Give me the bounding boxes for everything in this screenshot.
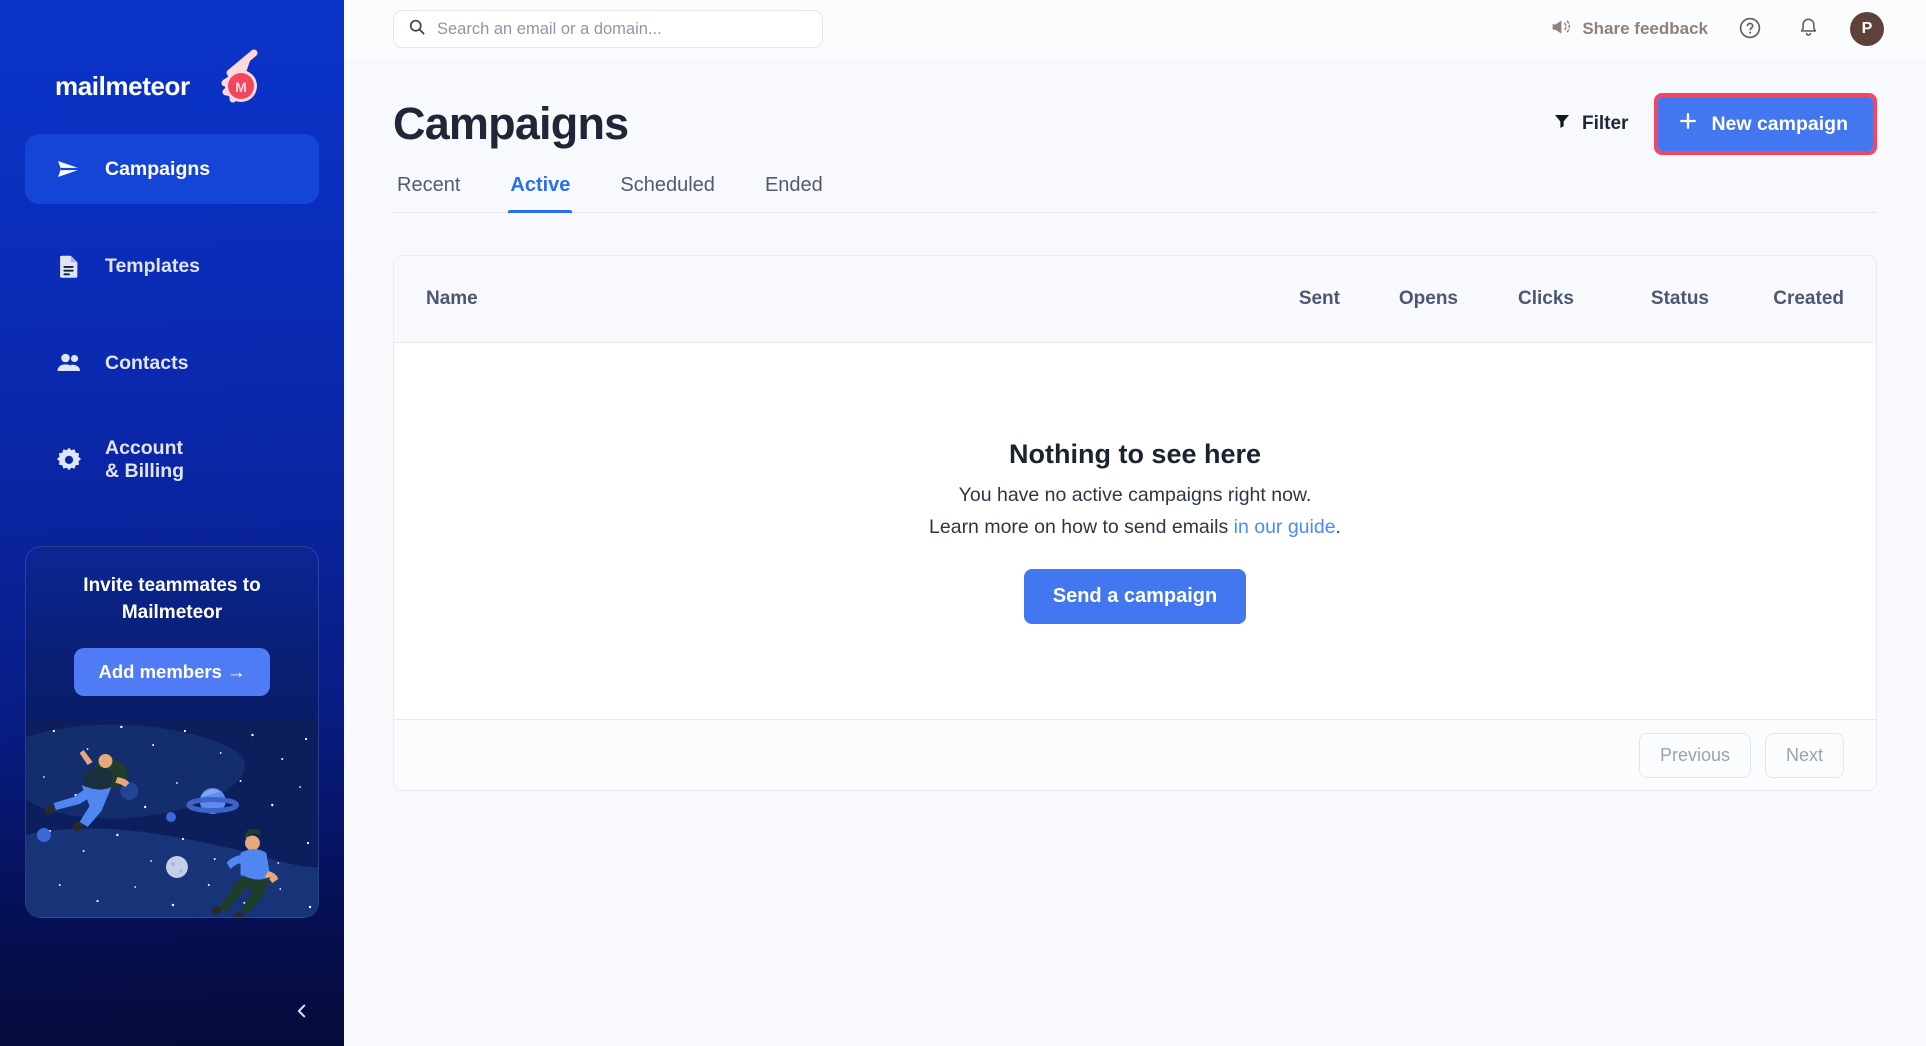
tab-active[interactable]: Active <box>508 168 573 213</box>
brand-logo[interactable]: mailmeteor M <box>25 0 319 130</box>
empty-state-title: Nothing to see here <box>1008 438 1262 469</box>
invite-teammates-card: Invite teammates to Mailmeteor Add membe… <box>25 546 319 918</box>
campaign-tabs: Recent Active Scheduled Ended <box>393 168 1877 213</box>
column-header-created: Created <box>1773 288 1844 309</box>
column-header-status: Status <box>1650 288 1709 309</box>
empty-state-line-2: Learn more on how to send emails in our … <box>929 516 1341 539</box>
sidebar: mailmeteor M Campaigns Templates Contact… <box>0 0 344 1046</box>
avatar-initial: P <box>1861 20 1873 37</box>
column-header-sent: Sent <box>1298 288 1340 309</box>
people-icon <box>55 349 83 377</box>
topbar: Share feedback <box>344 0 1926 58</box>
app-root: mailmeteor M Campaigns Templates Contact… <box>0 0 1926 1046</box>
filter-button[interactable]: Filter <box>1547 102 1634 146</box>
search-box[interactable] <box>393 10 823 48</box>
filter-label: Filter <box>1582 113 1629 134</box>
empty-state-line-1: You have no active campaigns right now. <box>958 483 1312 506</box>
paper-plane-icon <box>55 155 83 183</box>
empty-state-line-2-prefix: Learn more on how to send emails <box>929 515 1234 538</box>
plus-icon <box>1678 111 1698 137</box>
sidebar-nav: Campaigns Templates Contacts Account & B… <box>25 134 319 522</box>
topbar-actions: Share feedback P <box>1550 12 1884 46</box>
funnel-icon <box>1553 112 1571 136</box>
add-members-button[interactable]: Add members → <box>74 648 270 697</box>
new-campaign-button[interactable]: New campaign <box>1658 97 1873 151</box>
column-header-clicks: Clicks <box>1518 288 1574 309</box>
sidebar-item-label: Templates <box>105 254 201 277</box>
page-title: Campaigns <box>393 98 629 149</box>
column-header-opens: Opens <box>1398 288 1458 309</box>
help-button[interactable] <box>1734 13 1766 45</box>
invite-card-title: Invite teammates to Mailmeteor <box>83 575 261 623</box>
search-icon <box>408 18 426 41</box>
svg-text:M: M <box>235 79 247 95</box>
share-feedback-button[interactable]: Share feedback <box>1550 16 1708 42</box>
space-floating-people-illustration <box>26 719 318 917</box>
in-our-guide-link[interactable]: in our guide <box>1234 516 1336 538</box>
bell-icon <box>1797 16 1820 42</box>
campaigns-table: Name Sent Opens Clicks Status Created No… <box>393 255 1877 791</box>
megaphone-icon <box>1550 16 1571 42</box>
sidebar-item-label: Campaigns <box>105 157 211 180</box>
table-pagination: Previous Next <box>394 719 1876 790</box>
avatar[interactable]: P <box>1850 12 1884 46</box>
brand-logo-text: mailmeteor <box>55 70 190 101</box>
notifications-button[interactable] <box>1792 13 1824 45</box>
column-header-name: Name <box>426 288 478 309</box>
sidebar-item-label: Account & Billing <box>105 437 185 482</box>
search-input[interactable] <box>437 19 808 39</box>
page-content: Campaigns Filter New campaign Recent Act… <box>344 58 1926 1046</box>
document-icon <box>55 252 83 280</box>
sidebar-item-label: Contacts <box>105 351 189 374</box>
share-feedback-label: Share feedback <box>1582 19 1708 38</box>
send-a-campaign-button[interactable]: Send a campaign <box>1023 568 1247 624</box>
tab-scheduled[interactable]: Scheduled <box>618 168 717 212</box>
previous-page-button[interactable]: Previous <box>1638 732 1751 778</box>
question-circle-icon <box>1738 16 1762 43</box>
gear-icon <box>55 446 83 474</box>
sidebar-collapse-button[interactable] <box>282 992 322 1032</box>
empty-state-line-2-suffix: . <box>1335 515 1341 538</box>
sidebar-item-account-billing[interactable]: Account & Billing <box>25 425 319 495</box>
new-campaign-highlight: New campaign <box>1654 93 1877 155</box>
page-header: Campaigns Filter New campaign <box>393 58 1877 168</box>
table-empty-state: Nothing to see here You have no active c… <box>394 343 1876 719</box>
tab-recent[interactable]: Recent <box>395 168 462 212</box>
sidebar-item-templates[interactable]: Templates <box>25 231 319 301</box>
chevron-left-icon <box>293 1002 311 1023</box>
page-header-actions: Filter New campaign <box>1547 93 1877 155</box>
sidebar-item-campaigns[interactable]: Campaigns <box>25 134 319 204</box>
next-page-button[interactable]: Next <box>1764 732 1844 778</box>
table-header-row: Name Sent Opens Clicks Status Created <box>394 256 1876 343</box>
new-campaign-label: New campaign <box>1711 112 1848 135</box>
tab-ended[interactable]: Ended <box>763 168 825 212</box>
sidebar-item-contacts[interactable]: Contacts <box>25 328 319 398</box>
meteor-logo-icon: M <box>192 47 264 109</box>
main-area: Share feedback <box>344 0 1926 1046</box>
